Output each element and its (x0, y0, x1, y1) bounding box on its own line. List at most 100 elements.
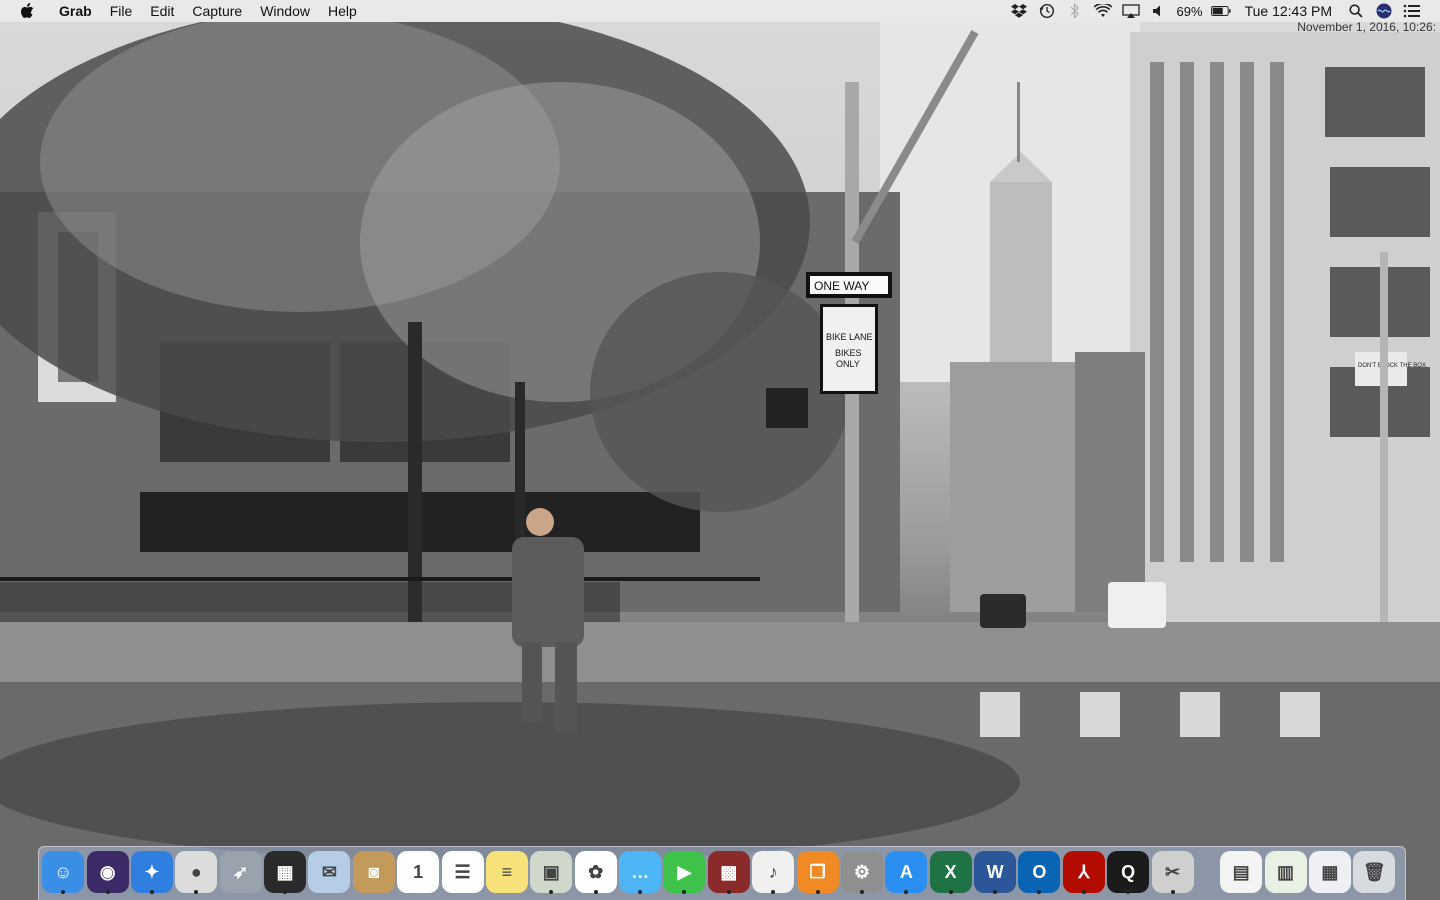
bike-lane-sign-text: BIKE LANE (826, 332, 873, 342)
outlook-glyph: O (1032, 861, 1047, 882)
menu-help[interactable]: Help (319, 0, 366, 22)
app-menu-grab[interactable]: Grab (50, 0, 101, 22)
dock-acrobat-icon[interactable]: ⅄ (1062, 851, 1105, 894)
contacts-glyph: ◙ (368, 861, 380, 882)
running-indicator (1170, 890, 1175, 894)
volume-icon[interactable] (1149, 0, 1169, 22)
running-indicator (904, 890, 909, 894)
menu-file[interactable]: File (101, 0, 142, 22)
running-indicator (105, 890, 110, 894)
siri-glyph: ◉ (99, 861, 116, 882)
mission-control-glyph: ▦ (276, 861, 294, 882)
running-indicator (549, 890, 554, 894)
quicktime-glyph: Q (1121, 861, 1136, 882)
grab-glyph: ✂ (1165, 861, 1181, 882)
dock-calendar-icon[interactable]: 1 (397, 851, 440, 893)
running-indicator (815, 890, 820, 894)
preview-glyph: ▣ (542, 861, 560, 882)
running-indicator (1037, 890, 1042, 894)
dock-photo-booth-icon[interactable]: ▩ (707, 851, 750, 894)
running-indicator (682, 890, 687, 894)
dock-finder-icon[interactable]: ☺ (42, 851, 85, 894)
dont-block-sign-text: DON'T BLOCK THE BOX (1358, 363, 1426, 369)
menu-bar: Grab File Edit Capture Window Help 69% T… (0, 0, 1440, 22)
dock-excel-icon[interactable]: X (929, 851, 972, 894)
battery-icon[interactable] (1210, 0, 1231, 22)
dock: ☺ ◉ ✦ ● ➶ ▦ ✉ ◙ 1 ☰ ≡ ▣ ✿ … ▶ ▩ ♪ ❐ ⚙ A X W O ⅄ Q ✂ ▤ ▥ ▦ 🗑 (38, 846, 1406, 900)
dock-doc-stack-1-icon[interactable]: ▤ (1220, 851, 1263, 893)
dock-mail-stamp-icon[interactable]: ✉ (308, 851, 351, 893)
doc-stack-1-glyph: ▤ (1232, 861, 1250, 882)
airplay-icon[interactable] (1121, 0, 1141, 22)
dock-ibooks-icon[interactable]: ❐ (796, 851, 839, 894)
running-indicator (993, 890, 998, 894)
running-indicator (726, 890, 731, 894)
dock-doc-stack-2-icon[interactable]: ▥ (1264, 851, 1307, 893)
menu-capture[interactable]: Capture (183, 0, 251, 22)
dock-photos-icon[interactable]: ✿ (574, 851, 617, 894)
notification-center-icon[interactable] (1402, 0, 1422, 22)
dock-reminders-icon[interactable]: ☰ (441, 851, 484, 893)
mail-stamp-glyph: ✉ (321, 861, 337, 882)
menu-window[interactable]: Window (251, 0, 319, 22)
wifi-icon[interactable] (1093, 0, 1113, 22)
one-way-sign-text: ONE WAY (814, 279, 869, 293)
itunes-glyph: ♪ (768, 861, 778, 882)
photos-glyph: ✿ (588, 861, 604, 882)
notes-glyph: ≡ (501, 861, 513, 882)
facetime-glyph: ▶ (677, 861, 692, 882)
excel-glyph: X (944, 861, 957, 882)
menu-clock[interactable]: Tue 12:43 PM (1235, 3, 1342, 19)
running-indicator (194, 890, 199, 894)
dock-facetime-icon[interactable]: ▶ (663, 851, 706, 894)
date-stamp-overlay: November 1, 2016, 10:26: (1297, 22, 1436, 33)
dock-trash-icon[interactable]: 🗑 (1353, 851, 1396, 893)
running-indicator (61, 890, 66, 894)
running-indicator (1126, 890, 1131, 894)
dock-preview-icon[interactable]: ▣ (530, 851, 573, 894)
dock-notes-icon[interactable]: ≡ (485, 851, 528, 893)
reminders-glyph: ☰ (454, 861, 471, 882)
photo-booth-glyph: ▩ (720, 861, 738, 882)
running-indicator (149, 890, 154, 894)
messages-glyph: … (631, 861, 650, 882)
app-store-glyph: A (899, 861, 913, 882)
dock-safari-icon[interactable]: ✦ (130, 851, 173, 894)
running-indicator (283, 890, 288, 894)
only-sign-text: ONLY (836, 359, 860, 369)
dock-outlook-icon[interactable]: O (1018, 851, 1061, 894)
calendar-glyph: 1 (413, 861, 424, 882)
dock-siri-icon[interactable]: ◉ (86, 851, 129, 894)
dock-itunes-icon[interactable]: ♪ (752, 851, 795, 894)
dock-messages-icon[interactable]: … (619, 851, 662, 894)
dock-contacts-icon[interactable]: ◙ (352, 851, 395, 893)
dock-mission-control-icon[interactable]: ▦ (264, 851, 307, 894)
running-indicator (771, 890, 776, 894)
dock-app-store-icon[interactable]: A (885, 851, 928, 894)
bikes-sign-text: BIKES (835, 348, 862, 358)
dock-system-preferences-icon[interactable]: ⚙ (840, 851, 883, 894)
dock-word-icon[interactable]: W (974, 851, 1017, 894)
dock-launchpad-icon[interactable]: ➶ (219, 851, 262, 893)
dock-grab-icon[interactable]: ✂ (1151, 851, 1194, 894)
system-preferences-glyph: ⚙ (853, 861, 870, 882)
running-indicator (638, 890, 643, 894)
bluetooth-icon[interactable] (1065, 0, 1085, 22)
dock-quicktime-icon[interactable]: Q (1107, 851, 1150, 894)
doc-stack-2-glyph: ▥ (1277, 861, 1295, 882)
dock-chrome-icon[interactable]: ● (175, 851, 218, 894)
time-machine-icon[interactable] (1037, 0, 1057, 22)
running-indicator (948, 890, 953, 894)
dock-doc-stack-3-icon[interactable]: ▦ (1308, 851, 1351, 893)
siri-icon[interactable] (1374, 0, 1394, 22)
battery-percent[interactable]: 69% (1173, 4, 1207, 19)
desktop-wallpaper: ONE WAY BIKE LANE BIKES ONLY DON'T BLOCK… (0, 22, 1440, 900)
dropbox-icon[interactable] (1009, 0, 1029, 22)
running-indicator (859, 890, 864, 894)
word-glyph: W (986, 861, 1004, 882)
spotlight-icon[interactable] (1346, 0, 1366, 22)
running-indicator (1081, 890, 1086, 894)
apple-menu-icon[interactable] (18, 0, 36, 22)
ibooks-glyph: ❐ (809, 861, 826, 882)
menu-edit[interactable]: Edit (141, 0, 183, 22)
